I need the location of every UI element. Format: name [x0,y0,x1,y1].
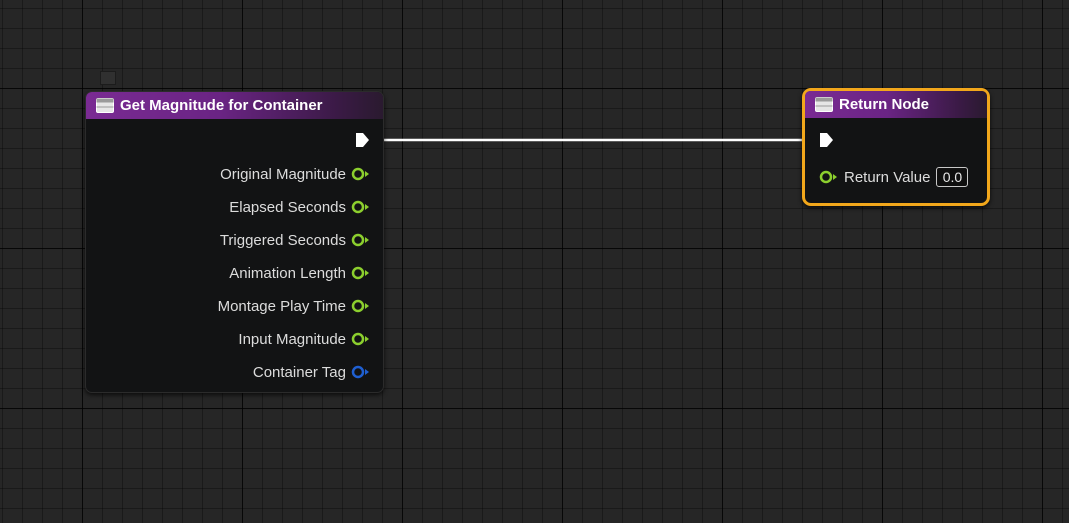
float-pin-icon[interactable] [819,170,838,184]
float-pin-icon[interactable] [351,332,370,346]
function-icon [815,97,833,112]
collapsed-comment-marker[interactable] [100,71,116,85]
node-header[interactable]: Return Node [805,91,987,118]
pin-label: Triggered Seconds [219,231,346,249]
pin-label: Original Magnitude [220,165,346,183]
node-title: Get Magnitude for Container [120,97,323,114]
blueprint-graph-canvas[interactable]: Get Magnitude for Container Original Mag… [0,0,1069,523]
exec-input-pin-icon[interactable] [819,132,834,148]
pin-label: Return Value [844,168,931,186]
float-pin-icon[interactable] [351,233,370,247]
return-node[interactable]: Return Node Return Value 0.0 [802,88,990,206]
pin-montage-play-time[interactable]: Montage Play Time [218,296,370,316]
struct-pin-icon[interactable] [351,365,370,379]
float-pin-icon[interactable] [351,266,370,280]
pin-animation-length[interactable]: Animation Length [229,263,370,283]
pin-input-magnitude[interactable]: Input Magnitude [238,329,370,349]
pin-label: Container Tag [252,363,346,381]
node-header[interactable]: Get Magnitude for Container [86,92,383,119]
float-pin-icon[interactable] [351,299,370,313]
pin-label: Elapsed Seconds [229,198,346,216]
exec-output-pin-icon[interactable] [355,132,370,148]
pin-label: Animation Length [229,264,346,282]
float-pin-icon[interactable] [351,167,370,181]
get-magnitude-for-container-node[interactable]: Get Magnitude for Container Original Mag… [85,91,384,393]
pin-original-magnitude[interactable]: Original Magnitude [220,164,370,184]
pin-container-tag[interactable]: Container Tag [253,362,370,382]
node-title: Return Node [839,96,929,113]
pin-triggered-seconds[interactable]: Triggered Seconds [220,230,370,250]
float-pin-icon[interactable] [351,200,370,214]
pin-elapsed-seconds[interactable]: Elapsed Seconds [229,197,370,217]
pin-label: Input Magnitude [238,330,346,348]
pin-return-value[interactable]: Return Value 0.0 [819,167,969,187]
return-value-input[interactable]: 0.0 [936,167,969,187]
function-icon [96,98,114,113]
pin-label: Montage Play Time [217,297,346,315]
